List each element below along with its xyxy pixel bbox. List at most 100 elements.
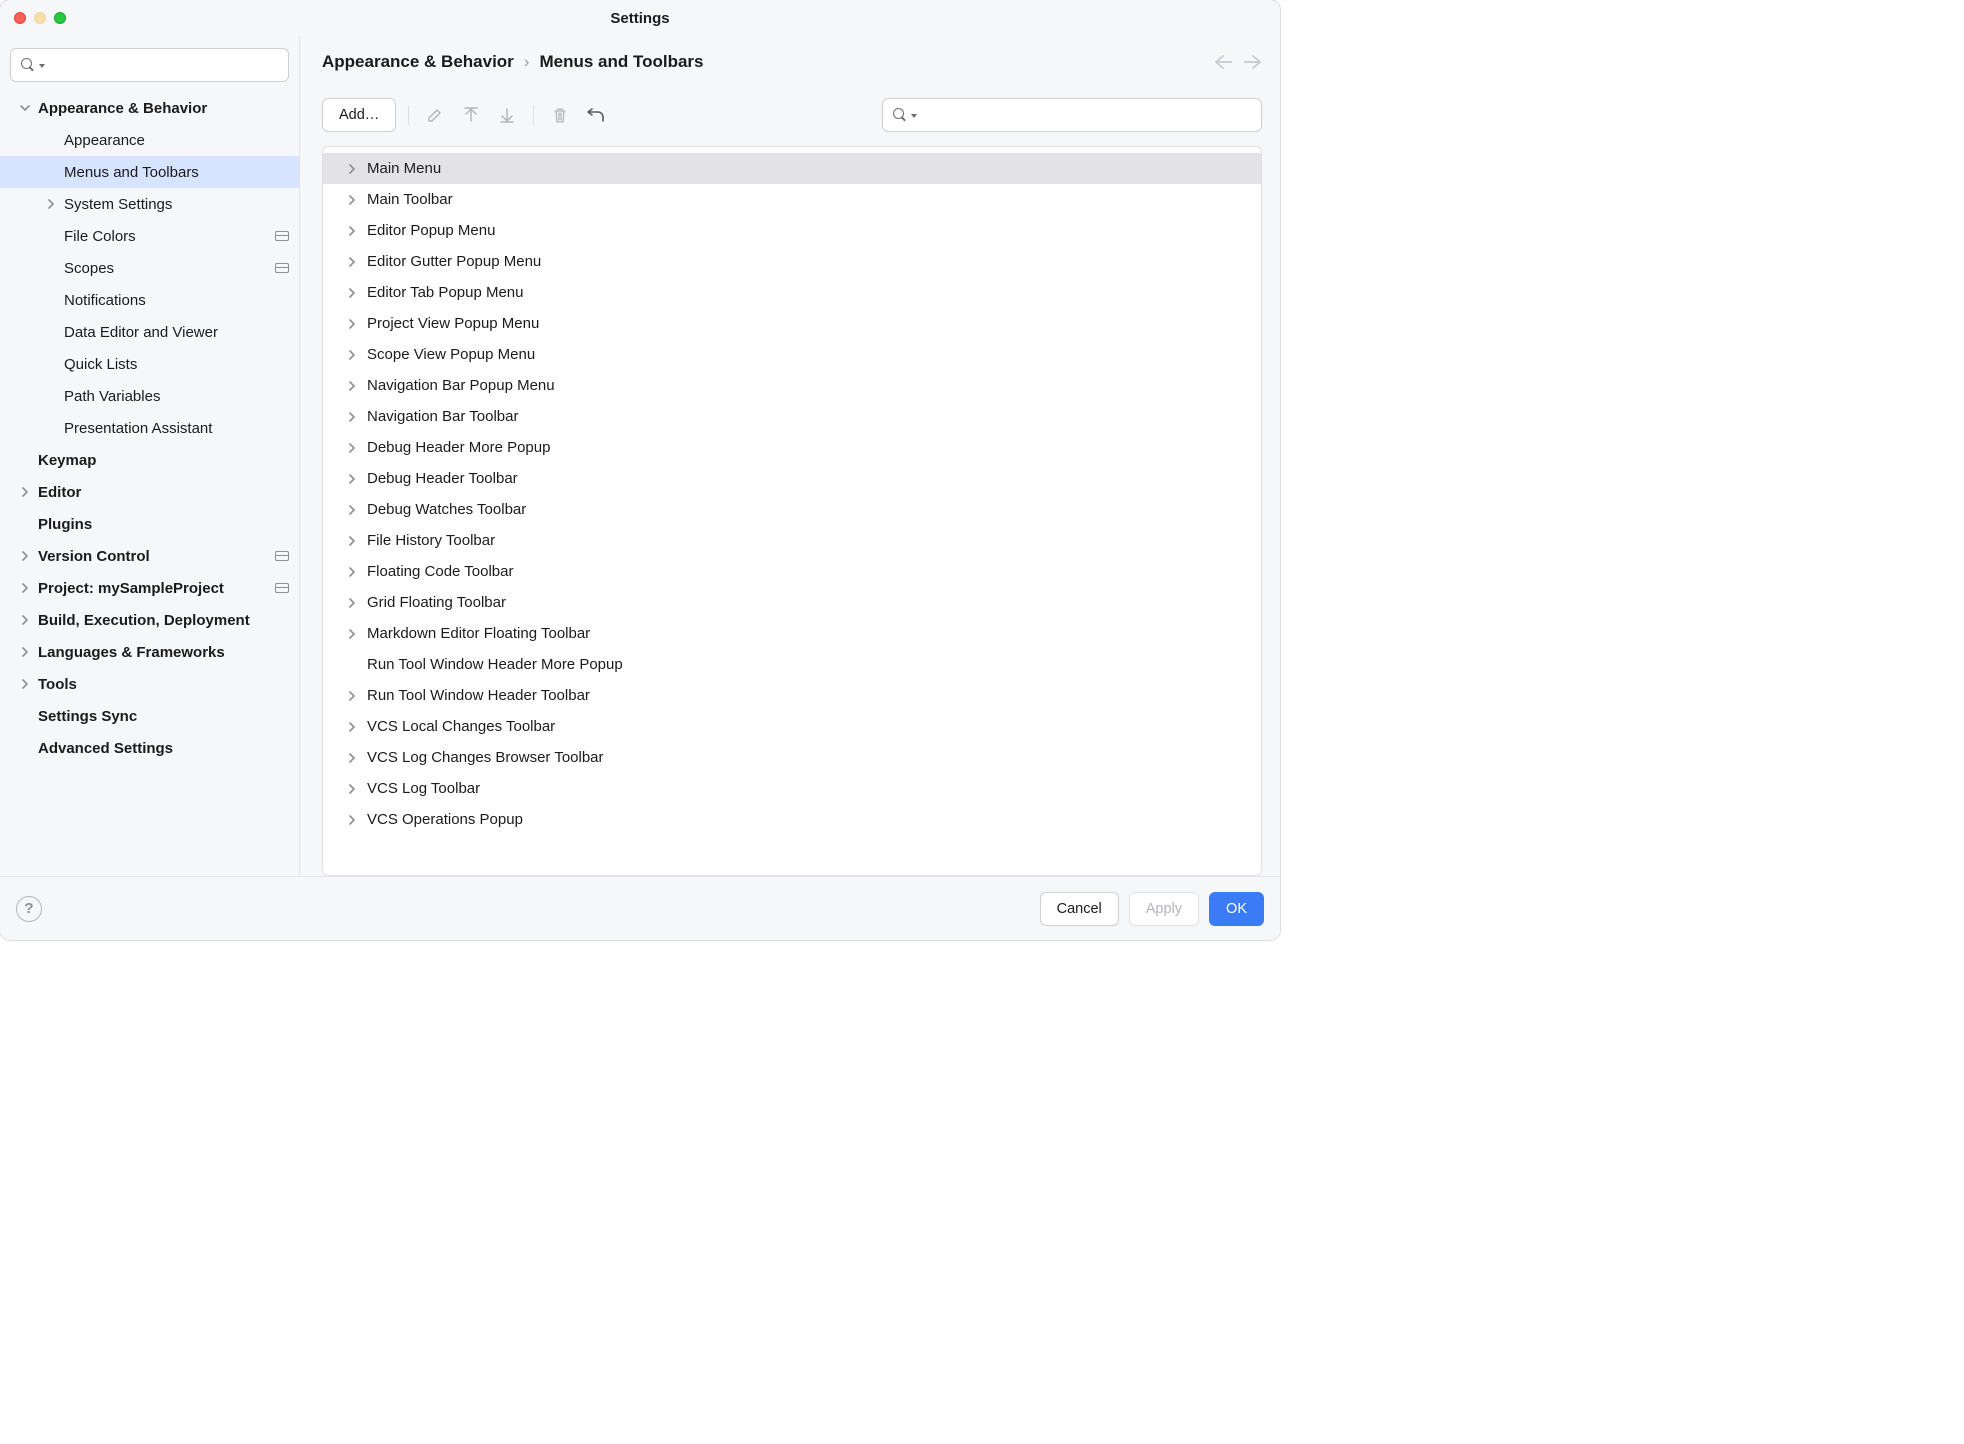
sidebar-item[interactable]: Scopes — [0, 252, 299, 284]
menu-tree-row[interactable]: Debug Header More Popup — [323, 432, 1261, 463]
edit-icon[interactable] — [421, 101, 449, 129]
menu-tree-row-label: VCS Log Toolbar — [367, 780, 480, 797]
menu-tree-row[interactable]: Scope View Popup Menu — [323, 339, 1261, 370]
sidebar-item[interactable]: Build, Execution, Deployment — [0, 604, 299, 636]
content-search-input[interactable] — [921, 106, 1251, 125]
sidebar-item[interactable]: Languages & Frameworks — [0, 636, 299, 668]
menu-tree-row[interactable]: VCS Log Toolbar — [323, 773, 1261, 804]
sidebar-item[interactable]: Advanced Settings — [0, 732, 299, 764]
trash-icon[interactable] — [546, 101, 574, 129]
content-toolbar: Add… — [322, 98, 1262, 132]
menu-tree-row-label: Project View Popup Menu — [367, 315, 539, 332]
breadcrumb: Appearance & Behavior › Menus and Toolba… — [322, 52, 1262, 72]
move-down-icon[interactable] — [493, 101, 521, 129]
cancel-button[interactable]: Cancel — [1040, 892, 1119, 926]
sidebar-item-label: File Colors — [64, 228, 275, 245]
menu-tree-row[interactable]: Navigation Bar Popup Menu — [323, 370, 1261, 401]
help-button[interactable]: ? — [16, 896, 42, 922]
chevron-right-icon — [347, 288, 361, 298]
move-up-icon[interactable] — [457, 101, 485, 129]
content-search[interactable] — [882, 98, 1262, 132]
chevron-right-icon — [20, 647, 38, 657]
sidebar-item[interactable]: Menus and Toolbars — [0, 156, 299, 188]
sidebar-item-label: Build, Execution, Deployment — [38, 612, 289, 629]
sidebar-item[interactable]: Path Variables — [0, 380, 299, 412]
menu-tree-row[interactable]: Markdown Editor Floating Toolbar — [323, 618, 1261, 649]
menu-tree-row-label: Run Tool Window Header More Popup — [367, 656, 623, 673]
menu-tree-row[interactable]: Project View Popup Menu — [323, 308, 1261, 339]
chevron-right-icon — [347, 784, 361, 794]
chevron-right-icon — [20, 615, 38, 625]
menu-tree-row[interactable]: File History Toolbar — [323, 525, 1261, 556]
menu-tree-row[interactable]: Main Toolbar — [323, 184, 1261, 215]
sidebar-item[interactable]: System Settings — [0, 188, 299, 220]
chevron-right-icon — [347, 381, 361, 391]
menu-tree-row[interactable]: Main Menu — [323, 153, 1261, 184]
menu-tree-row[interactable]: VCS Operations Popup — [323, 804, 1261, 835]
sidebar-item[interactable]: Plugins — [0, 508, 299, 540]
project-badge-icon — [275, 583, 289, 593]
nav-back-icon[interactable] — [1214, 55, 1232, 69]
menu-tree-row[interactable]: Debug Watches Toolbar — [323, 494, 1261, 525]
chevron-right-icon — [46, 199, 64, 209]
sidebar-item-label: Plugins — [38, 516, 289, 533]
sidebar-item[interactable]: Data Editor and Viewer — [0, 316, 299, 348]
sidebar-item[interactable]: Appearance — [0, 124, 299, 156]
chevron-right-icon — [347, 505, 361, 515]
sidebar-item-label: Path Variables — [64, 388, 289, 405]
sidebar-item-label: Editor — [38, 484, 289, 501]
breadcrumb-root: Appearance & Behavior — [322, 52, 514, 72]
chevron-right-icon — [347, 474, 361, 484]
sidebar-item[interactable]: Version Control — [0, 540, 299, 572]
chevron-right-icon — [347, 443, 361, 453]
sidebar-search-input[interactable] — [49, 56, 278, 75]
menu-tree-row[interactable]: Run Tool Window Header Toolbar — [323, 680, 1261, 711]
divider — [533, 105, 534, 125]
menu-tree-row-label: Run Tool Window Header Toolbar — [367, 687, 590, 704]
ok-button[interactable]: OK — [1209, 892, 1264, 926]
add-button[interactable]: Add… — [322, 98, 396, 132]
sidebar-item[interactable]: Notifications — [0, 284, 299, 316]
titlebar: Settings — [0, 0, 1280, 36]
sidebar-item[interactable]: Project: mySampleProject — [0, 572, 299, 604]
nav-forward-icon[interactable] — [1244, 55, 1262, 69]
chevron-right-icon — [347, 536, 361, 546]
menu-tree-row[interactable]: VCS Local Changes Toolbar — [323, 711, 1261, 742]
chevron-right-icon — [347, 195, 361, 205]
sidebar-item-label: Quick Lists — [64, 356, 289, 373]
menu-tree-row-label: Editor Gutter Popup Menu — [367, 253, 541, 270]
sidebar-item[interactable]: Presentation Assistant — [0, 412, 299, 444]
menu-tree-row[interactable]: Grid Floating Toolbar — [323, 587, 1261, 618]
sidebar-item[interactable]: File Colors — [0, 220, 299, 252]
project-badge-icon — [275, 263, 289, 273]
sidebar-item[interactable]: Editor — [0, 476, 299, 508]
sidebar-item[interactable]: Settings Sync — [0, 700, 299, 732]
menu-tree-row[interactable]: VCS Log Changes Browser Toolbar — [323, 742, 1261, 773]
sidebar-item[interactable]: Quick Lists — [0, 348, 299, 380]
menu-tree-row[interactable]: Floating Code Toolbar — [323, 556, 1261, 587]
chevron-right-icon — [347, 350, 361, 360]
menu-tree-row[interactable]: Run Tool Window Header More Popup — [323, 649, 1261, 680]
chevron-right-icon — [20, 583, 38, 593]
chevron-right-icon — [20, 679, 38, 689]
menu-tree-row-label: VCS Local Changes Toolbar — [367, 718, 555, 735]
menu-tree-row[interactable]: Editor Tab Popup Menu — [323, 277, 1261, 308]
settings-content: Appearance & Behavior › Menus and Toolba… — [300, 36, 1280, 876]
menu-tree-row[interactable]: Editor Popup Menu — [323, 215, 1261, 246]
menu-tree-row[interactable]: Debug Header Toolbar — [323, 463, 1261, 494]
sidebar-item-label: Tools — [38, 676, 289, 693]
window-title: Settings — [0, 10, 1280, 27]
sidebar-item[interactable]: Appearance & Behavior — [0, 92, 299, 124]
sidebar-search[interactable] — [10, 48, 289, 82]
apply-button[interactable]: Apply — [1129, 892, 1199, 926]
undo-icon[interactable] — [582, 101, 610, 129]
sidebar-item-label: Keymap — [38, 452, 289, 469]
sidebar-item-label: Languages & Frameworks — [38, 644, 289, 661]
sidebar-item[interactable]: Keymap — [0, 444, 299, 476]
project-badge-icon — [275, 231, 289, 241]
menu-tree-row-label: Floating Code Toolbar — [367, 563, 513, 580]
menu-tree-row[interactable]: Navigation Bar Toolbar — [323, 401, 1261, 432]
menu-tree-row[interactable]: Editor Gutter Popup Menu — [323, 246, 1261, 277]
menu-tree-row-label: File History Toolbar — [367, 532, 495, 549]
sidebar-item[interactable]: Tools — [0, 668, 299, 700]
